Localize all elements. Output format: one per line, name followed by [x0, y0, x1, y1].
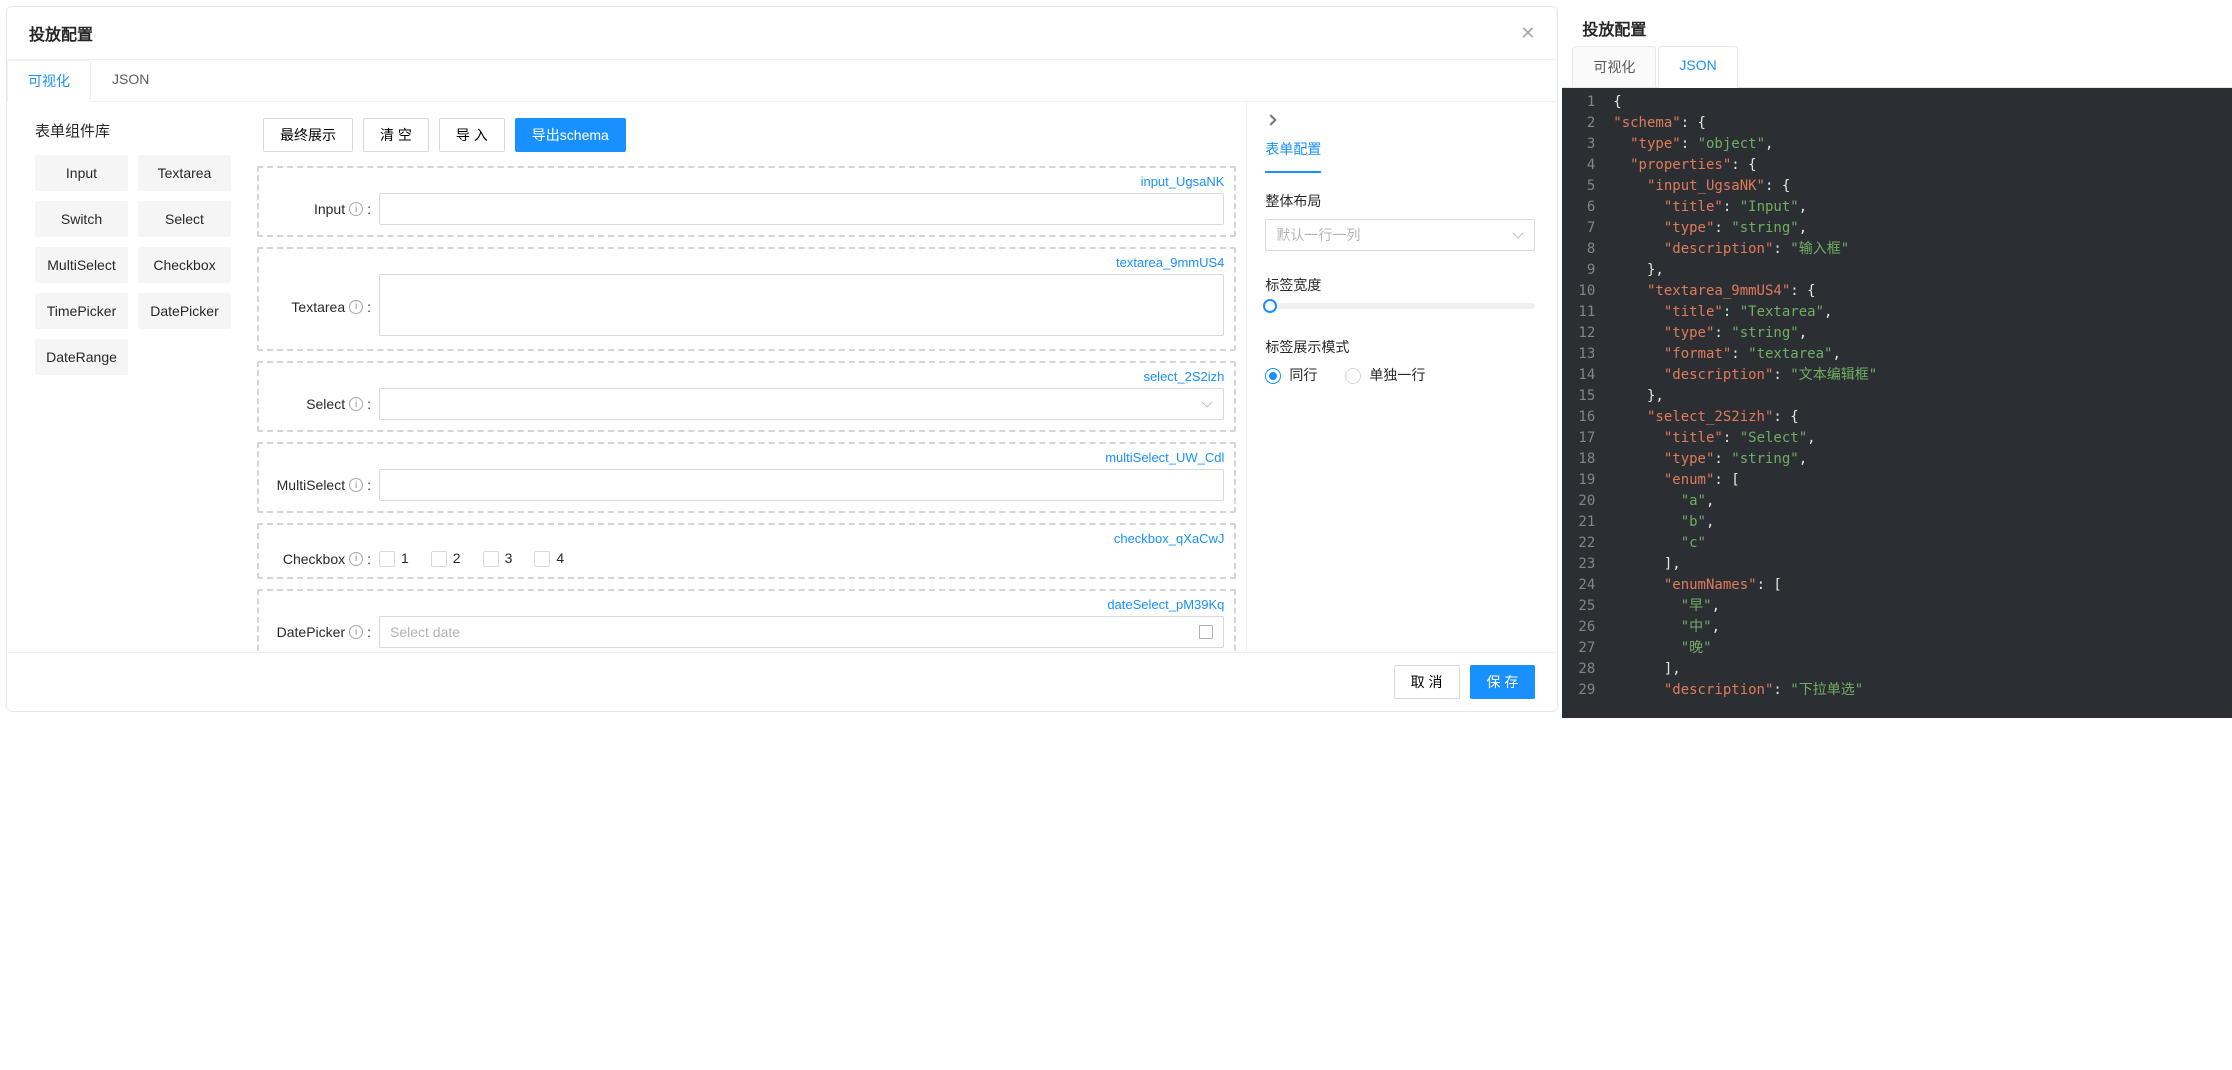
save-button[interactable]: 保 存	[1470, 665, 1536, 699]
field-card[interactable]: select_2S2izh Selecti :	[257, 361, 1236, 432]
field-label: Checkboxi :	[269, 551, 379, 567]
field-label: Inputi :	[269, 201, 379, 217]
lib-item-switch[interactable]: Switch	[35, 201, 128, 237]
lib-item-input[interactable]: Input	[35, 155, 128, 191]
cancel-button[interactable]: 取 消	[1394, 665, 1460, 699]
checkbox-group: 1 2 3 4	[379, 550, 1224, 567]
left-tabs: 可视化 JSON	[7, 60, 1557, 102]
field-id: checkbox_qXaCwJ	[269, 531, 1224, 546]
right-panel: 投放配置 可视化 JSON 12345678910111213141516171…	[1562, 0, 2232, 718]
checkbox-option[interactable]: 2	[431, 550, 461, 567]
lib-item-select[interactable]: Select	[138, 201, 231, 237]
info-icon: i	[349, 552, 363, 566]
field-card[interactable]: checkbox_qXaCwJ Checkboxi :1 2 3 4	[257, 523, 1236, 579]
config-modal: 投放配置 ✕ 可视化 JSON 表单组件库 Input Textarea Switc…	[6, 6, 1558, 712]
field-label: DatePickeri :	[269, 624, 379, 640]
tab-visual[interactable]: 可视化	[7, 60, 91, 102]
lib-item-daterange[interactable]: DateRange	[35, 339, 128, 375]
side-tab-form-config[interactable]: 表单配置	[1265, 135, 1321, 173]
field-id: multiSelect_UW_Cdl	[269, 450, 1224, 465]
right-tab-visual[interactable]: 可视化	[1572, 46, 1656, 88]
layout-label: 整体布局	[1265, 191, 1535, 211]
form-canvas: 最终展示 清 空 导 入 导出schema input_UgsaNK Inputi…	[247, 102, 1247, 652]
field-label: MultiSelecti :	[269, 477, 379, 493]
radio-inline[interactable]: 同行	[1265, 365, 1317, 385]
code-editor[interactable]: 1234567891011121314151617181920212223242…	[1562, 88, 2232, 718]
right-tabs: 可视化 JSON	[1562, 46, 2232, 88]
export-schema-button[interactable]: 导出schema	[515, 118, 626, 152]
field-id: textarea_9mmUS4	[269, 255, 1224, 270]
chevron-right-icon[interactable]	[1266, 114, 1277, 125]
field-label: Textareai :	[269, 299, 379, 315]
preview-button[interactable]: 最终展示	[263, 118, 353, 152]
lib-item-timepicker[interactable]: TimePicker	[35, 293, 128, 329]
modal-title: 投放配置	[29, 21, 93, 45]
tab-json[interactable]: JSON	[91, 60, 170, 102]
datepicker-field[interactable]: Select date	[379, 616, 1224, 648]
chevron-down-icon	[1513, 227, 1524, 238]
info-icon: i	[349, 478, 363, 492]
textarea-field[interactable]	[379, 274, 1224, 336]
multiselect-field[interactable]	[379, 469, 1224, 501]
field-id: input_UgsaNK	[269, 174, 1224, 189]
right-tab-json[interactable]: JSON	[1658, 46, 1737, 88]
field-id: dateSelect_pM39Kq	[269, 597, 1224, 612]
info-icon: i	[349, 397, 363, 411]
label-width-slider[interactable]	[1265, 303, 1535, 309]
layout-select-value: 默认一行一列	[1276, 225, 1360, 245]
calendar-icon	[1199, 625, 1213, 639]
clear-button[interactable]: 清 空	[363, 118, 429, 152]
lib-item-multiselect[interactable]: MultiSelect	[35, 247, 128, 283]
slider-handle[interactable]	[1263, 299, 1277, 313]
layout-select[interactable]: 默认一行一列	[1265, 219, 1535, 251]
right-title: 投放配置	[1562, 8, 2232, 46]
library-title: 表单组件库	[35, 120, 231, 141]
label-width-label: 标签宽度	[1265, 275, 1535, 295]
lib-item-checkbox[interactable]: Checkbox	[138, 247, 231, 283]
input-field[interactable]	[379, 193, 1224, 225]
field-card[interactable]: textarea_9mmUS4 Textareai :	[257, 247, 1236, 351]
lib-item-datepicker[interactable]: DatePicker	[138, 293, 231, 329]
chevron-down-icon	[1202, 396, 1213, 407]
info-icon: i	[349, 202, 363, 216]
form-config-panel: 表单配置 整体布局 默认一行一列 标签宽度 标签展示模式 同行 单独一行	[1247, 102, 1557, 652]
select-field[interactable]	[379, 388, 1224, 420]
label-mode-label: 标签展示模式	[1265, 337, 1535, 357]
info-icon: i	[349, 300, 363, 314]
widget-library: 表单组件库 Input Textarea Switch Select MultiSele…	[7, 102, 247, 652]
checkbox-option[interactable]: 1	[379, 550, 409, 567]
field-label: Selecti :	[269, 396, 379, 412]
info-icon: i	[349, 625, 363, 639]
field-card[interactable]: dateSelect_pM39Kq DatePickeri :Select dat…	[257, 589, 1236, 652]
lib-item-textarea[interactable]: Textarea	[138, 155, 231, 191]
import-button[interactable]: 导 入	[439, 118, 505, 152]
checkbox-option[interactable]: 4	[534, 550, 564, 567]
checkbox-option[interactable]: 3	[483, 550, 513, 567]
close-icon[interactable]: ✕	[1520, 24, 1535, 42]
field-id: select_2S2izh	[269, 369, 1224, 384]
field-card[interactable]: multiSelect_UW_Cdl MultiSelecti :	[257, 442, 1236, 513]
radio-block[interactable]: 单独一行	[1345, 365, 1425, 385]
field-card[interactable]: input_UgsaNK Inputi :	[257, 166, 1236, 237]
